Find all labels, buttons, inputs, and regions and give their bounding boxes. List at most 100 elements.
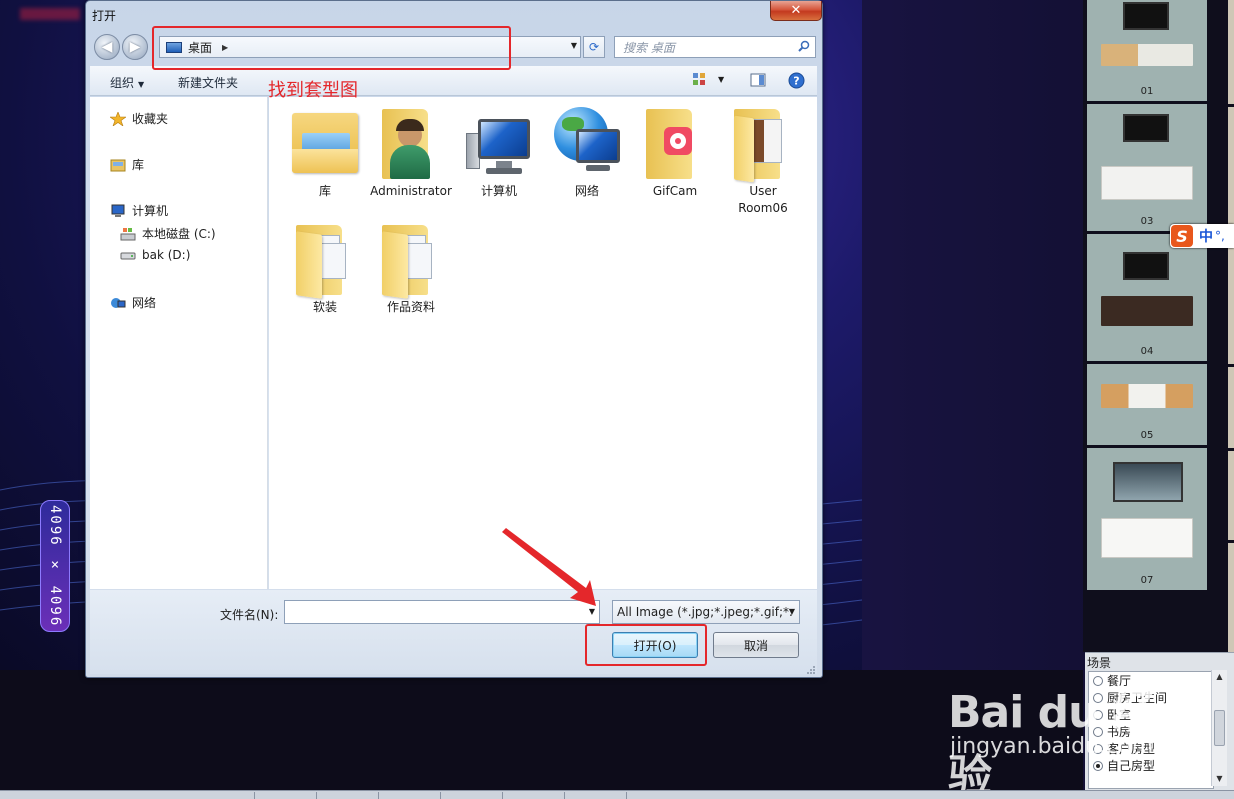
drive-icon [120, 252, 136, 260]
file-item-administrator[interactable]: Administrator [367, 105, 455, 200]
file-name: 软装 [312, 300, 337, 314]
refresh-button[interactable]: ⟳ [583, 36, 605, 58]
nav-item-drive-c[interactable]: 本地磁盘 (C:) [120, 225, 216, 242]
navigation-pane: 收藏夹 库 计算机 本地磁盘 (C:) bak (D:) 网络 [90, 97, 268, 589]
radio-icon[interactable] [1093, 675, 1103, 686]
star-icon [110, 111, 126, 126]
computer-icon [111, 204, 125, 217]
organize-button[interactable]: 组织 ▼ [110, 74, 144, 91]
file-name: GifCam [652, 184, 698, 198]
annotation-box-address [152, 26, 511, 70]
forward-button[interactable]: ▶ [122, 34, 148, 60]
radio-selected-icon[interactable] [1093, 760, 1103, 771]
nav-item-drive-d[interactable]: bak (D:) [120, 248, 190, 262]
file-item-user-room06[interactable]: User Room06 [719, 105, 807, 217]
file-name: 作品资料 [386, 300, 435, 314]
gifcam-folder-icon [638, 105, 712, 181]
folder-icon [726, 105, 800, 183]
radio-icon[interactable] [1093, 743, 1103, 754]
scene-item[interactable]: 厨房卫生间 [1089, 689, 1213, 706]
preview-pane-icon[interactable] [750, 72, 766, 88]
scene-item[interactable]: 餐厅 [1089, 672, 1213, 689]
ime-mode-label[interactable]: 中 [1199, 226, 1213, 246]
svg-text:?: ? [793, 75, 799, 88]
ime-punct-label[interactable]: °, [1215, 229, 1225, 243]
cabinet-shape [1101, 296, 1193, 326]
windows-drive-icon [120, 227, 136, 240]
computer-icon [462, 105, 536, 181]
cabinet-shape [1101, 518, 1193, 558]
library-folder-icon [288, 105, 362, 181]
file-item-libraries[interactable]: 库 [281, 105, 369, 200]
network-icon [111, 297, 126, 308]
file-name-label: 文件名(N): [220, 608, 279, 622]
radio-icon[interactable] [1093, 709, 1103, 720]
sidebar-edge [1228, 0, 1234, 652]
scroll-up-icon[interactable]: ▲ [1212, 670, 1227, 684]
help-icon[interactable]: ? [788, 72, 805, 89]
tv-shape [1123, 2, 1169, 30]
view-options-icon[interactable] [692, 72, 710, 88]
scene-item[interactable]: 客户房型 [1089, 740, 1213, 757]
file-type-select[interactable]: All Image (*.jpg;*.jpeg;*.gif;*. ▼ [612, 600, 800, 624]
address-dropdown-icon[interactable]: ▼ [571, 41, 577, 50]
search-icon[interactable] [798, 40, 810, 52]
scroll-thumb[interactable] [1214, 710, 1225, 746]
thumbnail-caption: 07 [1140, 575, 1154, 586]
thumbnail-caption: 04 [1140, 346, 1154, 357]
dialog-footer: 文件名(N): ▼ All Image (*.jpg;*.jpeg;*.gif;… [90, 590, 817, 674]
file-item-gifcam[interactable]: GifCam [631, 105, 719, 200]
background-lower-area [0, 670, 1083, 799]
back-button[interactable]: ◀ [94, 34, 120, 60]
thumbnail-01[interactable]: 01 [1087, 0, 1207, 104]
chevron-down-icon: ▼ [138, 80, 145, 89]
annotation-arrow [502, 528, 596, 606]
radio-icon[interactable] [1093, 726, 1103, 737]
thumbnail-03[interactable]: 03 [1087, 104, 1207, 234]
file-item-computer[interactable]: 计算机 [455, 105, 543, 200]
new-folder-button[interactable]: 新建文件夹 [178, 74, 238, 91]
nav-item-network[interactable]: 网络 [110, 294, 156, 311]
file-item-soft-furnishing[interactable]: 软装 [281, 221, 369, 316]
file-name: 库 [318, 184, 331, 198]
search-input[interactable]: 搜索 桌面 [614, 36, 816, 58]
file-name: Administrator [370, 184, 452, 198]
cabinet-shape [1101, 44, 1193, 66]
thumbnail-caption: 05 [1140, 430, 1154, 441]
scene-scrollbar[interactable]: ▲ ▼ [1211, 670, 1227, 786]
chevron-down-icon[interactable]: ▼ [789, 607, 795, 616]
tv-shape [1123, 114, 1169, 142]
file-item-network[interactable]: 网络 [543, 105, 631, 200]
resize-grip-icon[interactable] [806, 665, 816, 675]
file-name: 计算机 [480, 184, 517, 198]
search-placeholder: 搜索 桌面 [623, 40, 675, 55]
cancel-button[interactable]: 取消 [713, 632, 799, 658]
view-dropdown-icon[interactable]: ▼ [718, 75, 724, 84]
nav-item-computer[interactable]: 计算机 [110, 202, 168, 219]
thumbnail-caption: 01 [1140, 86, 1154, 97]
ime-toolbar[interactable]: S 中 °, [1170, 224, 1234, 248]
annotation-text: 找到套型图 [268, 80, 358, 101]
arrow-right-icon: ▶ [129, 39, 141, 55]
scene-panel-title: 场景 [1087, 656, 1112, 670]
scroll-down-icon[interactable]: ▼ [1212, 772, 1227, 786]
scene-item[interactable]: 自己房型 [1089, 757, 1213, 774]
close-button[interactable]: ✕ [770, 1, 822, 21]
nav-item-favorites[interactable]: 收藏夹 [110, 110, 168, 127]
thumbnail-07[interactable]: 07 [1087, 448, 1207, 593]
file-item-portfolio[interactable]: 作品资料 [367, 221, 455, 316]
command-toolbar: 组织 ▼ 新建文件夹 ▼ ? [90, 66, 817, 96]
network-globe-icon [550, 105, 624, 181]
file-name: 网络 [574, 184, 599, 198]
scene-list[interactable]: 餐厅 厨房卫生间 卧室 书房 客户房型 自己房型 [1088, 671, 1214, 789]
taskbar-strip [0, 790, 1234, 799]
cabinet-shape [1101, 166, 1193, 200]
thumbnail-05[interactable]: 05 [1087, 364, 1207, 448]
radio-icon[interactable] [1093, 692, 1103, 703]
nav-item-libraries[interactable]: 库 [110, 156, 144, 173]
file-name: User Room06 [738, 184, 788, 215]
scene-item[interactable]: 卧室 [1089, 706, 1213, 723]
scene-item[interactable]: 书房 [1089, 723, 1213, 740]
resolution-badge: 4096 × 4096 [40, 500, 70, 632]
thumbnail-04[interactable]: 04 [1087, 234, 1207, 364]
